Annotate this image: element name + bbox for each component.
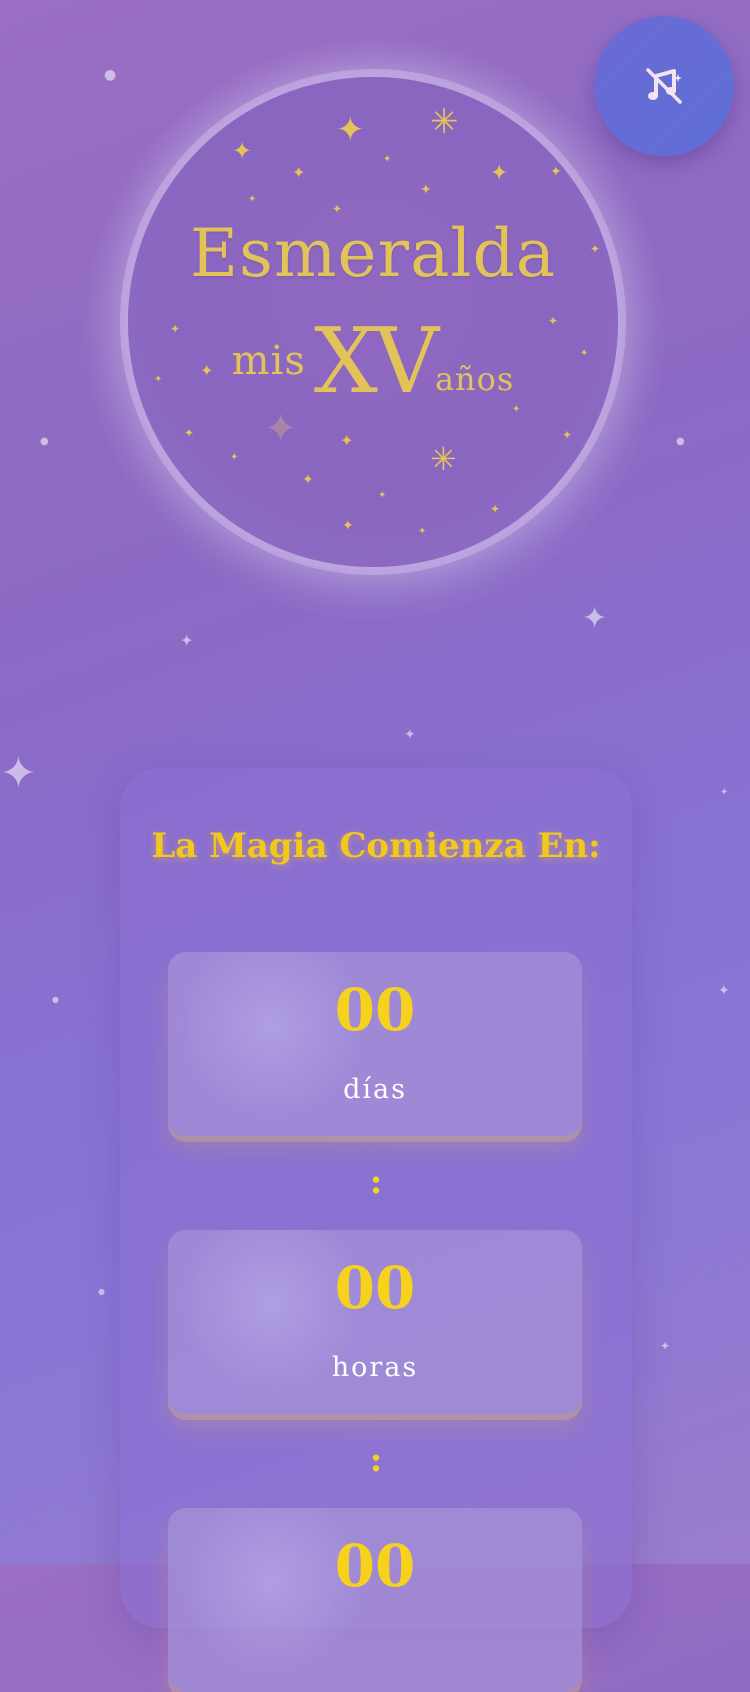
background-sparkle: ✦ — [180, 631, 194, 650]
star-decoration: ✦ — [342, 518, 354, 534]
star-decoration: ✦ — [336, 110, 365, 150]
star-decoration: ✦ — [562, 428, 573, 442]
star-decoration: ✦ — [550, 164, 562, 180]
hero-name: Esmeralda — [189, 215, 557, 292]
music-toggle-button[interactable] — [594, 16, 734, 156]
minutes-box: 00 — [168, 1508, 582, 1692]
star-decoration: ✦ — [340, 431, 354, 450]
countdown-card: La Magia Comienza En: 00 días : 00 horas… — [120, 768, 632, 1692]
days-value: 00 — [334, 976, 416, 1044]
star-decoration: ✦ — [184, 426, 195, 440]
hero-xv-text: XV — [313, 309, 439, 414]
hero-anos-text: años — [434, 360, 515, 398]
hours-box: 00 horas — [168, 1230, 582, 1414]
days-label: días — [343, 1074, 407, 1105]
star-decoration: ✦ — [383, 154, 392, 165]
days-box: 00 días — [168, 952, 582, 1136]
hours-value: 00 — [334, 1254, 416, 1322]
star-decoration: ✳ — [430, 102, 459, 142]
background-sparkle: ● — [52, 995, 59, 1004]
background-sparkle: ● — [104, 67, 117, 83]
star-decoration: ✦ — [302, 472, 314, 488]
star-decoration: ✦ — [232, 137, 253, 165]
hero-medallion: ✦ ✳ ✦ ✦ ✦ ✦ ✦ ✦ ✦ ✦ ✦ ✦ ✦ ✦ ✦ ✦ ✦ ✦ ✳ ✦ … — [128, 77, 618, 567]
background-sparkle: ✦ — [404, 727, 416, 743]
star-decoration: ✦ — [292, 163, 306, 182]
star-decoration: ✦ — [490, 502, 501, 516]
hero-mis-text: mis — [231, 338, 306, 384]
background-sparkle: ✦ — [718, 983, 730, 999]
hero-subtitle: misXVaños — [128, 317, 618, 407]
background-sparkle: ✦ — [720, 787, 729, 798]
star-decoration: ✦ — [490, 161, 509, 186]
hours-label: horas — [331, 1352, 419, 1383]
background-sparkle: ✦ — [660, 1339, 671, 1353]
star-decoration: ✦ — [332, 202, 343, 216]
countdown-title: La Magia Comienza En: — [151, 826, 601, 866]
background-sparkle: ● — [676, 436, 685, 447]
star-decoration: ✦ — [378, 490, 387, 501]
star-decoration: ✦ — [420, 182, 432, 198]
minutes-value: 00 — [334, 1532, 416, 1600]
background-sparkle: ✦ — [582, 601, 608, 636]
star-decoration: ✦ — [230, 452, 239, 463]
countdown-separator: : — [369, 1440, 383, 1480]
background-sparkle: ● — [40, 436, 49, 447]
music-muted-icon — [646, 68, 682, 104]
star-decoration: ✳ — [430, 440, 457, 478]
star-decoration: ✦ — [418, 526, 427, 537]
countdown-separator: : — [369, 1162, 383, 1202]
star-decoration: ✦ — [248, 194, 257, 205]
star-decoration: ✦ — [264, 406, 298, 452]
background-sparkle: ● — [98, 1287, 105, 1296]
background-sparkle: ✦ — [0, 748, 37, 799]
